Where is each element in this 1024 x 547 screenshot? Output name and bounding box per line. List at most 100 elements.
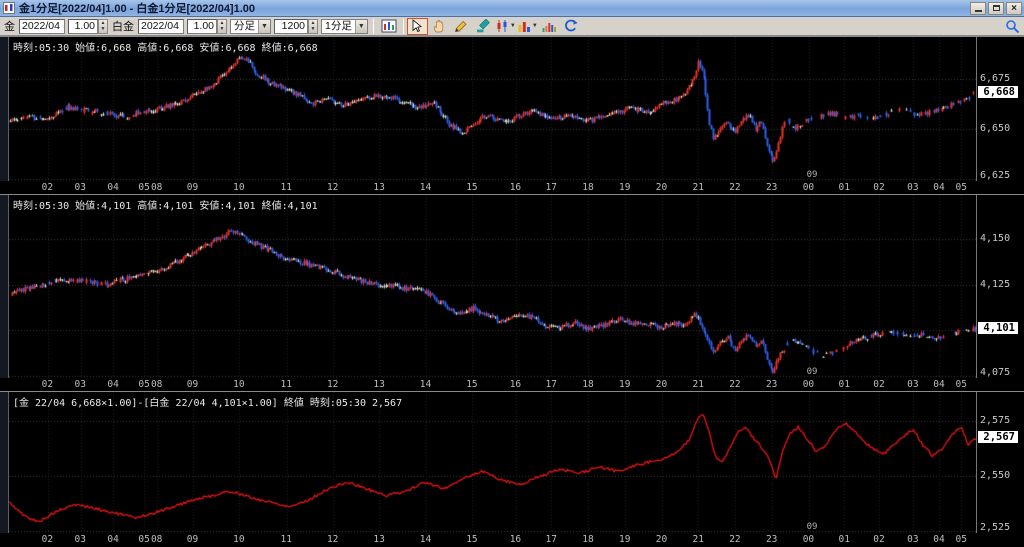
time-label: 11	[280, 379, 292, 390]
time-label: 02	[41, 182, 54, 193]
gold-multiplier-value[interactable]: 1.00	[68, 18, 98, 34]
platinum-multiplier-value[interactable]: 1.00	[187, 18, 217, 34]
time-label: 21	[692, 534, 704, 545]
bar-count-spin-buttons[interactable]: ▲ ▼	[308, 18, 318, 34]
toolbar: 金 2022/04 1.00 ▲ ▼ 白金 2022/04 1.00 ▲ ▼ 分足 …	[0, 17, 1024, 36]
time-label: 03	[907, 379, 919, 390]
marker-icon	[475, 19, 491, 33]
marker-button[interactable]	[473, 18, 494, 35]
period-select[interactable]: 1分足 ▼	[321, 18, 368, 34]
time-label: 16	[509, 534, 522, 545]
refresh-icon	[563, 19, 579, 33]
time-label: 15	[466, 534, 478, 545]
time-label: 03	[74, 379, 86, 390]
time-label: 14	[419, 379, 432, 390]
last-price-badge: 4,101	[978, 321, 1018, 334]
bar-count-spinner[interactable]: 1200 ▲ ▼	[274, 18, 318, 34]
gold-candlestick-canvas[interactable]	[9, 37, 976, 181]
time-label: 00	[802, 534, 815, 545]
time-label: 13	[373, 182, 385, 193]
gold-month-field[interactable]: 2022/04	[19, 18, 65, 34]
time-label: 08	[150, 379, 163, 390]
chart-window-button[interactable]	[379, 18, 400, 35]
maximize-button[interactable]	[988, 1, 1004, 15]
time-label: 02	[41, 379, 54, 390]
time-label: 00	[802, 182, 815, 193]
time-label: 04	[107, 379, 119, 390]
time-label: 16	[509, 379, 522, 390]
time-label: 12	[326, 534, 339, 545]
price-tick-label: 4,075	[980, 367, 1011, 378]
left-edge	[0, 37, 9, 181]
pencil-button[interactable]	[451, 18, 472, 35]
gold-ohlc-info: 時刻:05:30 始値:6,668 高値:6,668 安値:6,668 終値:6…	[13, 43, 318, 54]
gold-label: 金	[4, 21, 15, 33]
platinum-candlestick-canvas[interactable]	[9, 195, 976, 378]
candle-chart-button[interactable]: ▼	[495, 18, 516, 35]
time-label: 22	[729, 379, 741, 390]
price-tick-label: 4,125	[980, 278, 1011, 290]
time-label: 02	[41, 534, 54, 545]
time-label: 21	[692, 182, 704, 193]
time-label: 05	[955, 182, 967, 193]
time-label: 23	[765, 379, 778, 390]
histogram-icon	[541, 19, 557, 33]
time-label: 15	[466, 182, 478, 193]
time-label: 02	[873, 379, 885, 390]
title-bar[interactable]: 金1分足[2022/04]1.00 - 白金1分足[2022/04]1.00 ×	[0, 0, 1024, 17]
spread-info: [金 22/04 6,668×1.00]-[白金 22/04 4,101×1.0…	[13, 398, 403, 409]
chevron-down-icon[interactable]: ▼	[354, 19, 367, 33]
platinum-multiplier-spin-buttons[interactable]: ▲ ▼	[217, 18, 227, 34]
app-icon	[3, 2, 15, 14]
price-tick-label: 6,650	[980, 123, 1011, 134]
toolbar-separator	[402, 18, 404, 34]
select-arrow-button[interactable]	[406, 17, 428, 35]
time-label: 05	[138, 379, 150, 390]
window-title: 金1分足[2022/04]1.00 - 白金1分足[2022/04]1.00	[19, 3, 256, 15]
refresh-button[interactable]	[561, 18, 582, 35]
spread-line-canvas[interactable]	[9, 392, 976, 533]
platinum-ohlc-info: 時刻:05:30 始値:4,101 高値:4,101 安値:4,101 終値:4…	[13, 201, 318, 212]
price-tick-label: 6,625	[980, 170, 1011, 181]
chevron-down-icon: ▼	[509, 23, 516, 29]
gold-multiplier-spin-buttons[interactable]: ▲ ▼	[98, 18, 108, 34]
time-label: 19	[618, 182, 631, 193]
time-label: 04	[107, 534, 119, 545]
magnifier-icon[interactable]	[1004, 19, 1020, 34]
bar-count-value[interactable]: 1200	[274, 18, 308, 34]
bar-chart-button[interactable]: ▼	[517, 18, 538, 35]
time-label: 09	[186, 534, 199, 545]
close-button[interactable]: ×	[1006, 1, 1022, 15]
gold-chart-panel: 時刻:05:30 始値:6,668 高値:6,668 安値:6,668 終値:6…	[0, 37, 1024, 195]
time-label: 20	[655, 379, 668, 390]
pan-hand-icon	[431, 19, 447, 33]
pan-hand-button[interactable]	[429, 18, 450, 35]
time-label: 01	[838, 182, 850, 193]
time-label: 11	[280, 182, 292, 193]
histogram-button[interactable]	[539, 18, 560, 35]
platinum-chart-panel: 時刻:05:30 始値:4,101 高値:4,101 安値:4,101 終値:4…	[0, 195, 1024, 392]
bar-type-select[interactable]: 分足 ▼	[230, 18, 271, 34]
last-price-badge: 2,567	[978, 431, 1018, 444]
date-marker: 09	[806, 522, 818, 532]
price-tick-label: 4,150	[980, 232, 1011, 244]
time-label: 14	[419, 182, 432, 193]
platinum-time-axis: 02 03 04 05 08 09 10 11 12 13 14 15 16 17 18 19 20 21 22 23…	[0, 378, 1024, 391]
time-label: 08	[150, 182, 163, 193]
platinum-multiplier-spinner[interactable]: 1.00 ▲ ▼	[187, 18, 227, 34]
time-label: 17	[545, 534, 557, 545]
time-label: 14	[419, 534, 432, 545]
pencil-icon	[453, 19, 469, 33]
platinum-month-field[interactable]: 2022/04	[138, 18, 184, 34]
time-label: 10	[233, 379, 245, 390]
time-label: 22	[729, 534, 741, 545]
maximize-icon	[992, 5, 1000, 11]
time-label: 13	[373, 379, 385, 390]
time-label: 03	[74, 182, 86, 193]
chevron-down-icon[interactable]: ▼	[258, 19, 270, 33]
time-label: 18	[582, 534, 594, 545]
gold-multiplier-spinner[interactable]: 1.00 ▲ ▼	[68, 18, 108, 34]
spread-time-axis: 02 03 04 05 08 09 10 11 12 13 14 15 16 17 18 19 20 21 22 23…	[0, 533, 1024, 546]
minimize-button[interactable]	[970, 1, 986, 15]
time-label: 23	[765, 182, 778, 193]
